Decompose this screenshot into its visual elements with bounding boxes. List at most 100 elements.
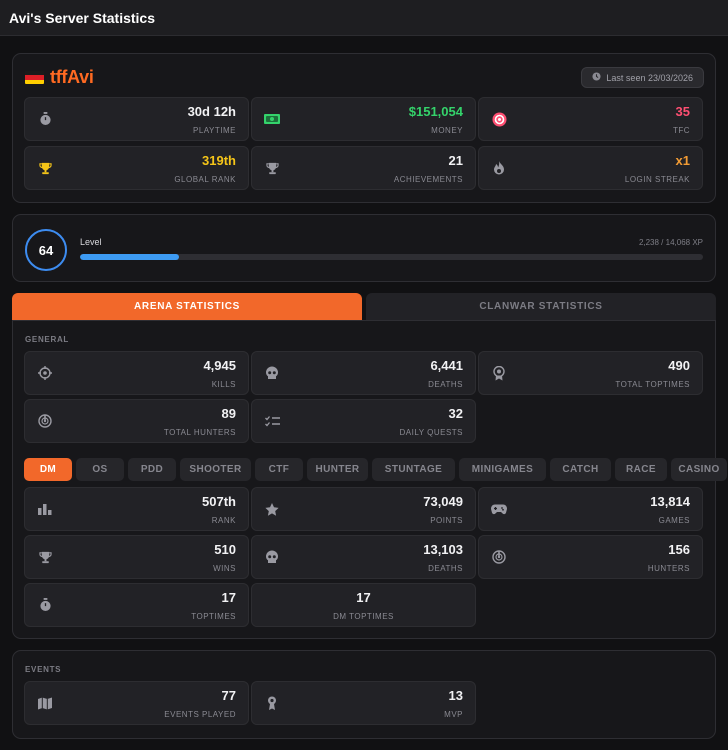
achievements-value: 21	[448, 153, 463, 168]
mode-tab-stuntage[interactable]: STUNTAGE	[372, 458, 455, 481]
deaths-value: 6,441	[430, 358, 463, 373]
tfc-coin-icon	[491, 111, 507, 127]
mode-tab-minigames[interactable]: MINIGAMES	[459, 458, 546, 481]
summary-achievements-card: 21 ACHIEVEMENTS	[251, 146, 476, 190]
global-rank-label: GLOBAL RANK	[174, 175, 236, 184]
games-label: GAMES	[658, 516, 690, 525]
hunters-label: HUNTERS	[647, 564, 690, 573]
player-name: tffAvi	[50, 67, 94, 87]
general-deaths-card: 6,441 DEATHS	[251, 351, 476, 395]
last-seen-badge: Last seen 23/03/2026	[581, 67, 704, 88]
toptimes-value: 17	[221, 590, 236, 605]
total-hunters-label: TOTAL HUNTERS	[163, 428, 236, 437]
mode-tab-casino[interactable]: CASINO	[671, 458, 727, 481]
rank-label: RANK	[211, 516, 236, 525]
dm-toptimes-card: 17 TOPTIMES	[24, 583, 249, 627]
events-panel: EVENTS 77 EVENTS PLAYED 13 MVP	[12, 650, 716, 739]
dm-points-card: 73,049 POINTS	[251, 487, 476, 531]
profile-panel: tffAvi Last seen 23/03/2026 30d 12h PLAYT…	[12, 53, 716, 203]
trophy-icon	[37, 549, 53, 565]
profile-header: tffAvi	[25, 67, 94, 88]
crosshair-icon	[37, 365, 53, 381]
dm-toptimes-value: 17	[356, 590, 371, 605]
general-total-toptimes-card: 490 TOTAL TOPTIMES	[478, 351, 703, 395]
deaths-label: DEATHS	[428, 564, 463, 573]
playtime-label: PLAYTIME	[193, 126, 236, 135]
money-value: $151,054	[408, 104, 463, 119]
mode-tab-ctf[interactable]: CTF	[255, 458, 303, 481]
radar-icon	[491, 549, 507, 565]
tab-arena-statistics[interactable]: ARENA STATISTICS	[12, 293, 362, 320]
login-streak-label: LOGIN STREAK	[624, 175, 690, 184]
summary-money-card: $151,054 MONEY	[251, 97, 476, 141]
kills-value: 4,945	[203, 358, 236, 373]
money-label: MONEY	[431, 126, 463, 135]
gamepad-icon	[491, 501, 507, 517]
rank-value: 507th	[202, 494, 236, 509]
tfc-label: TFC	[672, 126, 690, 135]
general-daily-quests-card: 32 DAILY QUESTS	[251, 399, 476, 443]
general-section-label: GENERAL	[25, 335, 70, 344]
mvp-label: MVP	[444, 710, 463, 719]
dm-toptimes-label: DM TOPTIMES	[333, 612, 394, 621]
level-badge: 64	[25, 229, 67, 271]
deaths-value: 13,103	[423, 542, 463, 557]
general-total-hunters-card: 89 TOTAL HUNTERS	[24, 399, 249, 443]
login-streak-value: x1	[675, 153, 690, 168]
dm-deaths-card: 13,103 DEATHS	[251, 535, 476, 579]
stopwatch-icon	[37, 111, 53, 127]
mode-tab-catch[interactable]: CATCH	[550, 458, 611, 481]
summary-login-streak-card: x1 LOGIN STREAK	[478, 146, 703, 190]
mode-tab-pdd[interactable]: PDD	[128, 458, 176, 481]
total-toptimes-label: TOTAL TOPTIMES	[615, 380, 690, 389]
global-rank-value: 319th	[202, 153, 236, 168]
total-hunters-value: 89	[221, 406, 236, 421]
mvp-value: 13	[448, 688, 463, 703]
window-title: Avi's Server Statistics	[9, 9, 156, 26]
trophy-icon	[264, 160, 280, 176]
points-value: 73,049	[423, 494, 463, 509]
dm-dm-toptimes-card: 17 DM TOPTIMES	[251, 583, 476, 627]
radar-icon	[37, 413, 53, 429]
last-seen-text: Last seen 23/03/2026	[606, 72, 693, 83]
mode-tab-hunter[interactable]: HUNTER	[307, 458, 368, 481]
skull-icon	[264, 549, 280, 565]
tab-clanwar-statistics[interactable]: CLANWAR STATISTICS	[366, 293, 716, 320]
playtime-value: 30d 12h	[187, 104, 236, 119]
games-value: 13,814	[650, 494, 690, 509]
award-icon	[264, 695, 280, 711]
mode-tab-dm[interactable]: DM	[24, 458, 72, 481]
wins-label: WINS	[213, 564, 236, 573]
mode-tab-race[interactable]: RACE	[615, 458, 667, 481]
tfc-value: 35	[675, 104, 690, 119]
stopwatch-icon	[37, 597, 53, 613]
xp-text: 2,238 / 14,068 XP	[638, 238, 703, 247]
fire-icon	[491, 160, 507, 176]
events-events-played-card: 77 EVENTS PLAYED	[24, 681, 249, 725]
medal-icon	[491, 365, 507, 381]
deaths-label: DEATHS	[428, 380, 463, 389]
daily-quests-label: DAILY QUESTS	[399, 428, 463, 437]
events-played-value: 77	[221, 688, 236, 703]
dm-rank-card: 507th RANK	[24, 487, 249, 531]
points-label: POINTS	[430, 516, 463, 525]
mode-tab-os[interactable]: OS	[76, 458, 124, 481]
hunters-value: 156	[668, 542, 690, 557]
level-panel: 64 Level 2,238 / 14,068 XP	[12, 214, 716, 282]
kills-label: KILLS	[211, 380, 236, 389]
events-played-label: EVENTS PLAYED	[164, 710, 236, 719]
achievements-label: ACHIEVEMENTS	[393, 175, 463, 184]
mode-tab-shooter[interactable]: SHOOTER	[180, 458, 251, 481]
map-icon	[37, 695, 53, 711]
summary-playtime-card: 30d 12h PLAYTIME	[24, 97, 249, 141]
money-icon	[264, 111, 280, 127]
summary-tfc-card: 35 TFC	[478, 97, 703, 141]
clock-icon	[592, 72, 601, 83]
checklist-icon	[264, 413, 280, 429]
star-icon	[264, 501, 280, 517]
xp-progress-bar	[80, 254, 703, 260]
events-section-label: EVENTS	[25, 665, 62, 674]
daily-quests-value: 32	[448, 406, 463, 421]
germany-flag-icon	[25, 71, 44, 84]
events-mvp-card: 13 MVP	[251, 681, 476, 725]
